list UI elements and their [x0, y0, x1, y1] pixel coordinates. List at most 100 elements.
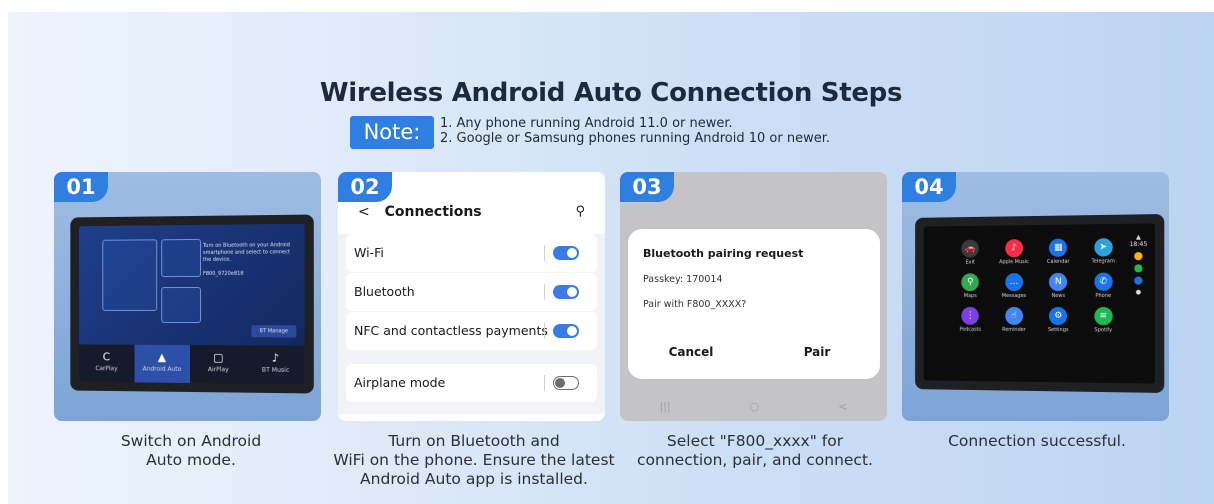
calendar-icon: ▦: [1049, 238, 1068, 257]
settings-list: Wi-Fi Bluetooth NFC and contactless paym…: [338, 234, 605, 414]
connections-header: < Connections ⚲: [358, 204, 585, 228]
recents-icon[interactable]: |||: [660, 400, 671, 413]
head-unit-device: Turn on Bluetooth on your Android smartp…: [70, 214, 314, 394]
note-line-2: 2. Google or Samsung phones running Andr…: [440, 131, 830, 146]
app-apple-music[interactable]: ♪ Apple Music: [992, 239, 1036, 265]
phone-nav-bar: ||| ○ <: [620, 400, 887, 413]
podcast-icon: ⋮: [961, 306, 980, 325]
phone-shortcut-icon[interactable]: [1134, 276, 1143, 285]
step-number: 04: [902, 172, 956, 202]
caption-line: Connection successful.: [948, 432, 1126, 450]
app-maps[interactable]: ⚲ Maps: [949, 273, 992, 299]
divider: [544, 323, 545, 339]
app-phone[interactable]: ✆ Phone: [1081, 272, 1126, 299]
home-icon[interactable]: ○: [750, 400, 760, 413]
app-spotify[interactable]: ≋ Spotify: [1081, 307, 1126, 333]
carplay-icon: C: [102, 350, 111, 364]
step-caption-4: Connection successful.: [892, 432, 1182, 451]
message-icon: …: [1005, 273, 1023, 292]
tab-android-auto[interactable]: ▲ Android Auto: [134, 344, 190, 383]
app-exit[interactable]: 🚗 Exit: [949, 239, 992, 266]
pair-with-text: Pair with F800_XXXX?: [643, 299, 747, 310]
mode-tab-bar: C CarPlay ▲ Android Auto ▢ AirPlay ♪ BT Musi…: [79, 344, 305, 385]
instruction-text: Turn on Bluetooth on your Android smartp…: [202, 242, 290, 263]
tab-label: AirPlay: [207, 366, 229, 374]
app-label: Messages: [1001, 293, 1027, 300]
app-podcasts[interactable]: ⋮ Podcasts: [949, 306, 992, 333]
caption-line: WiFi on the phone. Ensure the latest: [333, 451, 615, 469]
app-telegram[interactable]: ➤ Telegram: [1081, 238, 1126, 265]
back-arrow-icon[interactable]: <: [358, 204, 370, 220]
note-badge: Note:: [350, 116, 434, 149]
caption-line: connection, pair, and connect.: [637, 451, 873, 469]
note-line-1: 1. Any phone running Android 11.0 or new…: [440, 116, 733, 131]
tab-carplay[interactable]: C CarPlay: [79, 344, 134, 382]
android-auto-screen: 🚗 Exit ♪ Apple Music ▦ Calendar ➤ Telegram ⚲…: [923, 223, 1155, 384]
app-news[interactable]: N News: [1036, 272, 1081, 299]
nfc-toggle[interactable]: [553, 324, 579, 338]
airplane-mode-toggle[interactable]: [553, 376, 579, 390]
app-settings[interactable]: ⚙ Settings: [1036, 307, 1081, 333]
app-messages[interactable]: … Messages: [992, 273, 1036, 299]
paired-device-panel: [161, 286, 201, 324]
setting-label: NFC and contactless payments: [354, 323, 548, 338]
spotify-shortcut-icon[interactable]: [1134, 264, 1143, 273]
search-icon[interactable]: ⚲: [575, 204, 585, 219]
setting-row-nfc[interactable]: NFC and contactless payments: [346, 312, 597, 350]
tab-label: CarPlay: [95, 365, 118, 373]
head-unit-screen: Turn on Bluetooth on your Android smartp…: [79, 223, 305, 385]
dialog-title: Bluetooth pairing request: [643, 247, 804, 260]
setting-row-wifi[interactable]: Wi-Fi: [346, 234, 597, 272]
bluetooth-instruction: Turn on Bluetooth on your Android smartp…: [203, 242, 294, 278]
connected-devices-panel: [161, 238, 201, 278]
app-calendar[interactable]: ▦ Calendar: [1036, 238, 1081, 265]
step-card-3: 03 Bluetooth pairing request Passkey: 17…: [620, 172, 887, 421]
tab-label: Android Auto: [142, 365, 182, 373]
dialog-buttons: Cancel Pair: [628, 345, 880, 359]
setting-label: Wi-Fi: [354, 245, 384, 260]
step-caption-1: Switch on Android Auto mode.: [46, 432, 336, 470]
app-grid: 🚗 Exit ♪ Apple Music ▦ Calendar ➤ Telegram ⚲…: [949, 238, 1126, 333]
mic-icon[interactable]: ●: [1128, 289, 1149, 296]
app-label: Settings: [1047, 327, 1069, 334]
wifi-toggle[interactable]: [553, 246, 579, 260]
bluetooth-toggle[interactable]: [553, 285, 579, 299]
clock: 18:45: [1129, 240, 1148, 249]
setting-row-bluetooth[interactable]: Bluetooth: [346, 273, 597, 311]
android-auto-icon: ▲: [157, 350, 167, 364]
app-label: News: [1051, 292, 1066, 299]
tab-bt-music[interactable]: ♪ BT Music: [247, 345, 305, 384]
divider: [544, 375, 545, 391]
caption-line: Android Auto app is installed.: [360, 470, 588, 488]
cancel-button[interactable]: Cancel: [628, 345, 754, 359]
divider: [544, 245, 545, 261]
phone-icon: ✆: [1094, 272, 1113, 291]
telegram-icon: ➤: [1094, 238, 1113, 257]
note-text: 1. Any phone running Android 11.0 or new…: [440, 116, 830, 146]
app-label: Calendar: [1046, 258, 1070, 265]
bt-manage-button[interactable]: BT Manage: [251, 325, 297, 338]
back-icon[interactable]: <: [838, 400, 847, 413]
app-label: Telegram: [1091, 258, 1115, 265]
app-label: Maps: [963, 293, 977, 300]
caption-line: Select "F800_xxxx" for: [666, 432, 844, 450]
maps-shortcut-icon[interactable]: [1134, 252, 1143, 261]
caption-line: Auto mode.: [146, 451, 236, 469]
pair-button[interactable]: Pair: [754, 345, 880, 359]
car-icon: 🚗: [961, 239, 980, 258]
step-number: 02: [338, 172, 392, 202]
setting-label: Bluetooth: [354, 284, 415, 299]
caption-line: Turn on Bluetooth and: [388, 432, 560, 450]
setting-row-airplane[interactable]: Airplane mode: [346, 364, 597, 402]
status-rail: ▲ 18:45 ●: [1128, 234, 1149, 296]
airplay-icon: ▢: [213, 351, 224, 365]
news-icon: N: [1049, 272, 1068, 291]
page-title: Wireless Android Auto Connection Steps: [319, 78, 903, 108]
app-reminder[interactable]: ☝ Reminder: [992, 306, 1036, 333]
settings-panel: [102, 239, 158, 311]
bluetooth-icon: ♪: [271, 351, 280, 365]
tab-airplay[interactable]: ▢ AirPlay: [190, 345, 247, 384]
caption-line: Switch on Android: [120, 432, 262, 450]
step-number: 01: [54, 172, 108, 202]
head-unit-device: 🚗 Exit ♪ Apple Music ▦ Calendar ➤ Telegram ⚲…: [915, 214, 1165, 393]
